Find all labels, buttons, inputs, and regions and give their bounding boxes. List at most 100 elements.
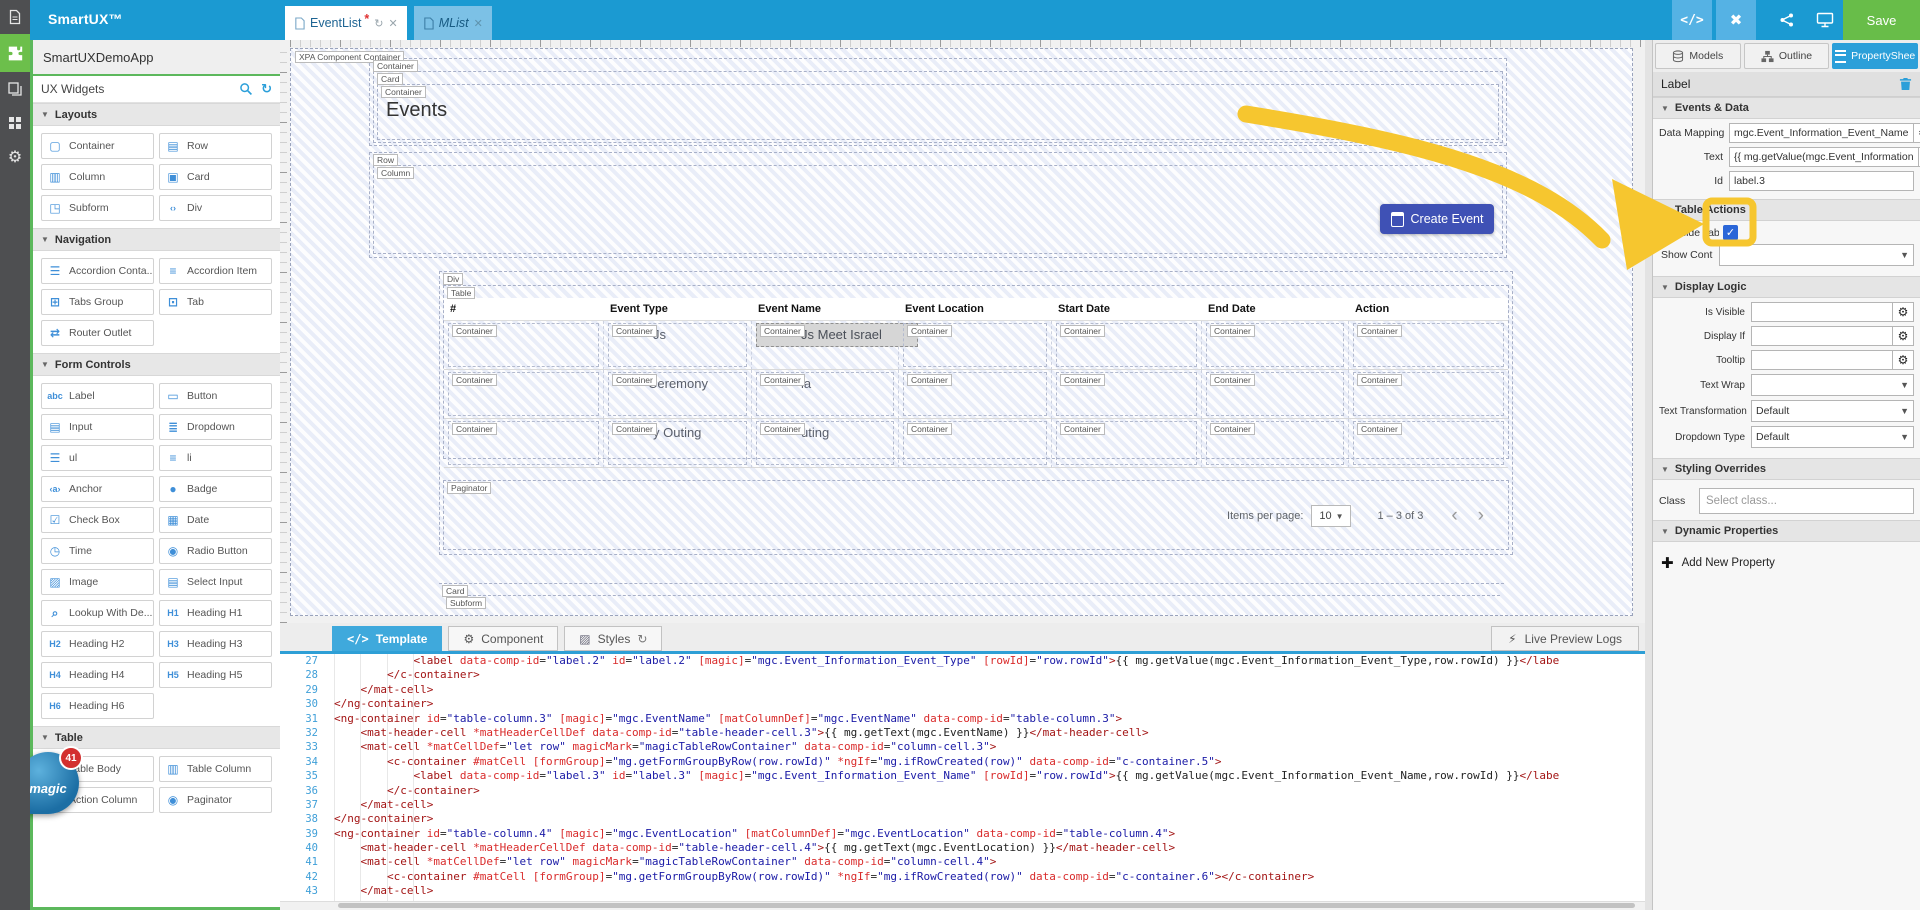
widget-accordion-item[interactable]: ≡ Accordion Item xyxy=(159,258,272,284)
code-line[interactable]: 27 <label data-comp-id="label.2" id="lab… xyxy=(280,654,1645,668)
cell-container[interactable]: Container xyxy=(1206,372,1344,416)
table-cell[interactable]: Container xyxy=(444,419,604,468)
cell-container[interactable]: Container xyxy=(1056,421,1197,465)
pages-icon[interactable] xyxy=(0,72,30,106)
table-cell[interactable]: Container xyxy=(1052,370,1202,419)
tooltip-input[interactable] xyxy=(1751,350,1893,370)
cell-container[interactable]: Container y Outing xyxy=(608,421,747,465)
cell-container[interactable]: Container xyxy=(448,372,599,416)
cell-container[interactable]: Container ia xyxy=(756,372,894,416)
table-cell[interactable]: Container xyxy=(1052,419,1202,468)
widget-heading-h4[interactable]: H4 Heading H4 xyxy=(41,662,154,688)
widget-radio-button[interactable]: ◉ Radio Button xyxy=(159,538,272,564)
widget-heading-h5[interactable]: H5 Heading H5 xyxy=(159,662,272,688)
data-mapping-input[interactable]: mgc.Event_Information_Event_Name xyxy=(1729,123,1914,143)
table-cell[interactable]: Container xyxy=(1202,321,1349,370)
table-cell[interactable]: Container xyxy=(1202,370,1349,419)
code-line[interactable]: 42 <c-container #matCell [formGroup]="mg… xyxy=(280,870,1645,884)
design-canvas[interactable]: XPA Component Container Container Card C… xyxy=(280,40,1645,623)
widget-section-navigation[interactable]: ▼ Navigation xyxy=(33,228,280,251)
preview-button[interactable] xyxy=(1808,0,1842,40)
table-cell[interactable]: Container xyxy=(899,370,1052,419)
widget-container[interactable]: ▢ Container xyxy=(41,133,154,159)
section-table-actions[interactable]: ▼ Table Actions xyxy=(1653,199,1920,221)
code-line[interactable]: 30 </ng-container> xyxy=(280,697,1645,711)
tab-styles[interactable]: ▨ Styles ↻ xyxy=(564,626,663,651)
tab-eventlist[interactable]: EventList * ↻ ✕ xyxy=(285,6,407,40)
table-cell[interactable]: Container ia xyxy=(752,370,899,419)
code-line[interactable]: 40 <mat-header-cell *matHeaderCellDef da… xyxy=(280,841,1645,855)
code-line[interactable]: 43 </mat-cell> xyxy=(280,884,1645,898)
section-dynamic-properties[interactable]: ▼ Dynamic Properties xyxy=(1653,520,1920,542)
cell-container[interactable]: Container xyxy=(1353,372,1504,416)
selected-label-widget[interactable]: Container Js Meet Israel xyxy=(756,323,918,347)
display-if-input[interactable] xyxy=(1751,326,1893,346)
code-line[interactable]: 31 <ng-container id="table-column.3" [mag… xyxy=(280,712,1645,726)
widget-anchor[interactable]: ‹a› Anchor xyxy=(41,476,154,502)
previous-page-icon[interactable]: ‹ xyxy=(1441,506,1467,525)
cell-container[interactable]: Container xyxy=(1353,421,1504,465)
code-line[interactable]: 32 <mat-header-cell *matHeaderCellDef da… xyxy=(280,726,1645,740)
text-wrap-select[interactable]: ▼ xyxy=(1751,374,1914,396)
widget-card[interactable]: ▣ Card xyxy=(159,164,272,190)
table-cell[interactable]: Container Js Meet Israel xyxy=(752,321,918,370)
is-inside-table-checkbox[interactable]: ✓ xyxy=(1723,225,1738,240)
widget-button[interactable]: ▭ Button xyxy=(159,383,272,409)
table-cell[interactable]: Container y Outing xyxy=(604,419,752,468)
widget-section-form-controls[interactable]: ▼ Form Controls xyxy=(33,353,280,376)
scrollbar-thumb[interactable] xyxy=(338,903,1635,908)
widget-table-column[interactable]: ▥ Table Column xyxy=(159,756,272,782)
code-view-button[interactable]: </> xyxy=(1672,0,1712,40)
paginator-box[interactable]: Paginator Items per page: 10 ▼ 1 – 3 of … xyxy=(443,480,1509,550)
widget-select-input[interactable]: ▤ Select Input xyxy=(159,569,272,595)
settings-icon[interactable]: ⚙ xyxy=(0,140,30,174)
tab-propertysheet[interactable]: PropertyShee xyxy=(1832,43,1919,69)
close-icon[interactable]: ✕ xyxy=(389,17,398,30)
widget-section-layouts[interactable]: ▼ Layouts xyxy=(33,103,280,126)
create-event-button[interactable]: Create Event xyxy=(1380,204,1494,234)
table-cell[interactable]: Container xyxy=(899,321,1052,370)
cell-container[interactable]: Container xyxy=(1206,323,1344,367)
cell-container[interactable]: Container xyxy=(1056,372,1197,416)
table-cell[interactable]: Container xyxy=(899,419,1052,468)
card-box[interactable]: Card Container Events xyxy=(373,71,1503,143)
code-line[interactable]: 29 </mat-cell> xyxy=(280,683,1645,697)
widget-input[interactable]: ▤ Input xyxy=(41,414,154,440)
code-line[interactable]: 37 </mat-cell> xyxy=(280,798,1645,812)
widget-heading-h2[interactable]: H2 Heading H2 xyxy=(41,631,154,657)
save-button[interactable]: Save xyxy=(1843,0,1920,40)
text-input[interactable]: {{ mg.getValue(mgc.Event_Information xyxy=(1729,147,1919,167)
tab-component[interactable]: ⚙ Component xyxy=(448,626,559,651)
widget-li[interactable]: ≡ li xyxy=(159,445,272,471)
data-mapping-gear-button[interactable]: ⚙ xyxy=(1913,123,1920,143)
widgets-icon[interactable] xyxy=(0,34,30,72)
widget-label[interactable]: abc Label xyxy=(41,383,154,409)
widget-ul[interactable]: ☰ ul xyxy=(41,445,154,471)
container-box[interactable]: Container Card Container Events xyxy=(369,58,1507,146)
project-name[interactable]: SmartUXDemoApp xyxy=(33,40,280,76)
live-preview-logs-button[interactable]: ⚡ Live Preview Logs xyxy=(1491,626,1639,651)
table-cell[interactable]: Container xyxy=(1349,419,1508,468)
table-cell[interactable]: Container xyxy=(1349,370,1508,419)
code-line[interactable]: 39 <ng-container id="table-column.4" [mag… xyxy=(280,827,1645,841)
cell-container[interactable]: Container xyxy=(903,323,1047,367)
table-cell[interactable]: Container xyxy=(444,321,604,370)
cell-container[interactable]: Container xyxy=(903,372,1047,416)
table-cell[interactable]: Container xyxy=(1052,321,1202,370)
tab-outline[interactable]: Outline xyxy=(1743,43,1830,69)
widget-heading-h3[interactable]: H3 Heading H3 xyxy=(159,631,272,657)
widget-paginator[interactable]: ◉ Paginator xyxy=(159,787,272,813)
tab-models[interactable]: Models xyxy=(1655,43,1741,69)
table-cell[interactable]: Container Js xyxy=(604,321,752,370)
add-new-property-button[interactable]: ✚ Add New Property xyxy=(1661,554,1912,572)
code-line[interactable]: 36 </c-container> xyxy=(280,784,1645,798)
share-button[interactable] xyxy=(1770,0,1804,40)
cell-container[interactable]: Container xyxy=(1056,323,1197,367)
expand-button[interactable]: ✖ xyxy=(1716,0,1756,40)
widget-check-box[interactable]: ☑ Check Box xyxy=(41,507,154,533)
row-box[interactable]: Row Column Create Event xyxy=(369,152,1507,258)
section-events-data[interactable]: ▼ Events & Data xyxy=(1653,97,1920,119)
widget-accordion-conta[interactable]: ☰ Accordion Conta... xyxy=(41,258,154,284)
widget-dropdown[interactable]: ≣ Dropdown xyxy=(159,414,272,440)
page-size-select[interactable]: 10 ▼ xyxy=(1311,505,1352,527)
